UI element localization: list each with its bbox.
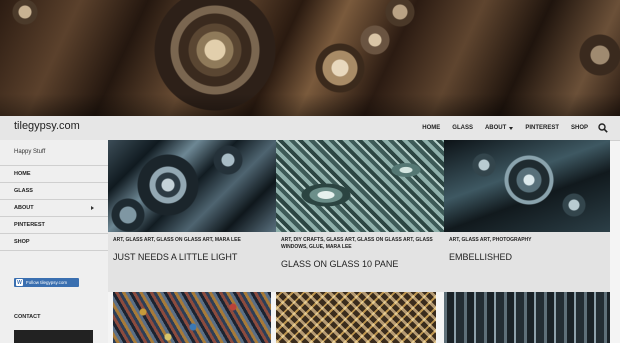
nav-glass[interactable]: GLASS (446, 125, 479, 131)
contact-image (14, 330, 93, 343)
post-thumbnail[interactable] (444, 140, 610, 232)
caret-down-icon (509, 126, 514, 130)
top-navigation-bar: tilegypsy.com HOME GLASS ABOUT PINTEREST… (0, 116, 620, 141)
search-icon[interactable] (594, 123, 612, 133)
site-tagline: Happy Stuff (14, 149, 46, 155)
post-title[interactable]: JUST NEEDS A LITTLE LIGHT (113, 252, 237, 262)
follow-button[interactable]: W Follow tilegypsy.com (14, 278, 79, 287)
sidebar-item-shop[interactable]: SHOP (0, 234, 108, 251)
sidebar-item-glass[interactable]: GLASS (0, 183, 108, 200)
post-categories[interactable]: ART, GLASS ART, PHOTOGRAPHY (449, 237, 609, 244)
post-thumbnail[interactable] (444, 292, 610, 343)
chevron-right-icon[interactable] (91, 206, 94, 210)
contact-heading: CONTACT (14, 314, 41, 320)
nav-shop[interactable]: SHOP (565, 125, 594, 131)
sidebar: Happy Stuff HOME GLASS ABOUT PINTEREST S… (0, 140, 108, 343)
nav-about[interactable]: ABOUT (479, 125, 519, 131)
nav-about-label: ABOUT (484, 125, 507, 131)
sidebar-item-pinterest[interactable]: PINTEREST (0, 217, 108, 234)
post-categories[interactable]: ART, DIY CRAFTS, GLASS ART, GLASS ON GLA… (281, 237, 441, 251)
sidebar-menu: HOME GLASS ABOUT PINTEREST SHOP (0, 165, 108, 251)
nav-home[interactable]: HOME (416, 125, 446, 131)
post-thumbnail[interactable] (276, 140, 444, 232)
post-title[interactable]: EMBELLISHED (449, 252, 512, 262)
wordpress-icon: W (16, 279, 23, 286)
follow-button-label: Follow tilegypsy.com (26, 280, 68, 285)
site-title[interactable]: tilegypsy.com (14, 120, 80, 132)
post-thumbnail[interactable] (276, 292, 436, 343)
post-categories[interactable]: ART, GLASS ART, GLASS ON GLASS ART, MARA… (113, 237, 273, 244)
post-title[interactable]: GLASS ON GLASS 10 PANE (281, 259, 398, 269)
sidebar-item-about-label: ABOUT (14, 205, 34, 211)
post-thumbnail[interactable] (113, 292, 271, 343)
sidebar-item-home[interactable]: HOME (0, 166, 108, 183)
banner-shade (0, 94, 620, 116)
header-banner-image[interactable] (0, 0, 620, 116)
main-menu: HOME GLASS ABOUT PINTEREST SHOP (416, 116, 620, 140)
post-card: ART, GLASS ART, PHOTOGRAPHY EMBELLISHED (444, 140, 610, 292)
sidebar-item-about[interactable]: ABOUT (0, 200, 108, 217)
post-thumbnail[interactable] (108, 140, 276, 232)
nav-pinterest[interactable]: PINTEREST (519, 125, 565, 131)
post-card: ART, DIY CRAFTS, GLASS ART, GLASS ON GLA… (276, 140, 444, 292)
post-card: ART, GLASS ART, GLASS ON GLASS ART, MARA… (108, 140, 276, 292)
